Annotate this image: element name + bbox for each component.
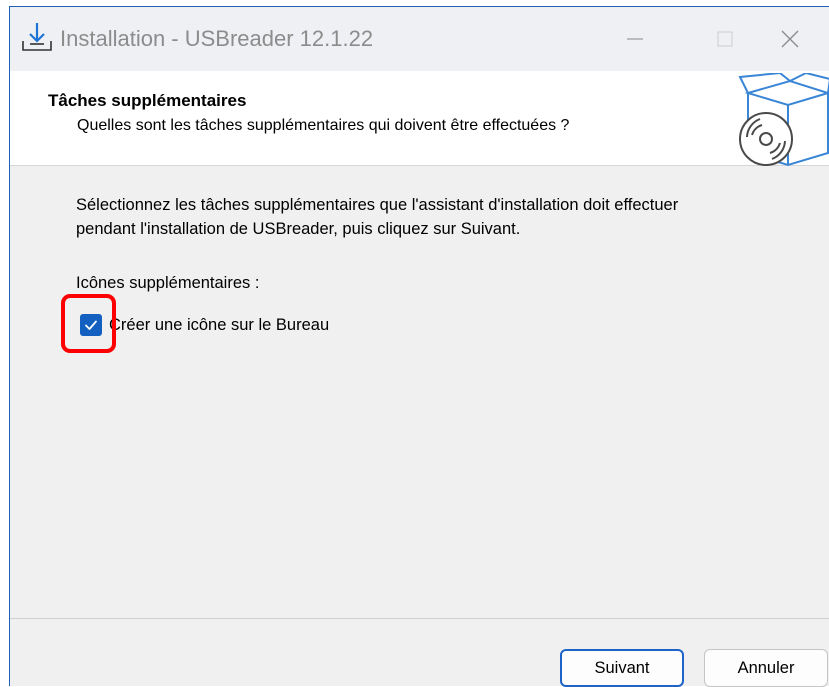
next-button[interactable]: Suivant [560,649,684,687]
close-icon [781,30,799,48]
wizard-footer: Suivant Annuler [10,618,829,687]
task-description: Sélectionnez les tâches supplémentaires … [76,193,796,241]
task-description-line-1: Sélectionnez les tâches supplémentaires … [76,196,679,214]
task-description-line-2: pendant l'installation de USBreader, pui… [76,220,521,238]
minimize-icon [627,38,643,40]
checkbox-highlight-annotation [61,294,116,353]
close-button[interactable] [745,7,829,71]
download-install-icon [22,23,52,51]
desktop-icon-checkbox-label[interactable]: Créer une icône sur le Bureau [109,316,329,335]
maximize-icon [717,31,733,47]
software-box-cd-icon [738,73,829,167]
title-bar[interactable]: Installation - USBreader 12.1.22 [10,7,829,71]
minimize-button[interactable] [590,7,680,71]
wizard-header: Tâches supplémentaires Quelles sont les … [10,71,829,167]
desktop-icon-option[interactable]: Créer une icône sur le Bureau [80,312,329,338]
wizard-body: Sélectionnez les tâches supplémentaires … [10,166,829,618]
page-title: Tâches supplémentaires [48,91,247,110]
cancel-button[interactable]: Annuler [704,649,828,687]
installer-window: Installation - USBreader 12.1.22 Tâches … [9,6,829,687]
window-title: Installation - USBreader 12.1.22 [60,26,374,51]
page-subtitle: Quelles sont les tâches supplémentaires … [77,117,570,134]
additional-icons-label: Icônes supplémentaires : [76,274,260,292]
